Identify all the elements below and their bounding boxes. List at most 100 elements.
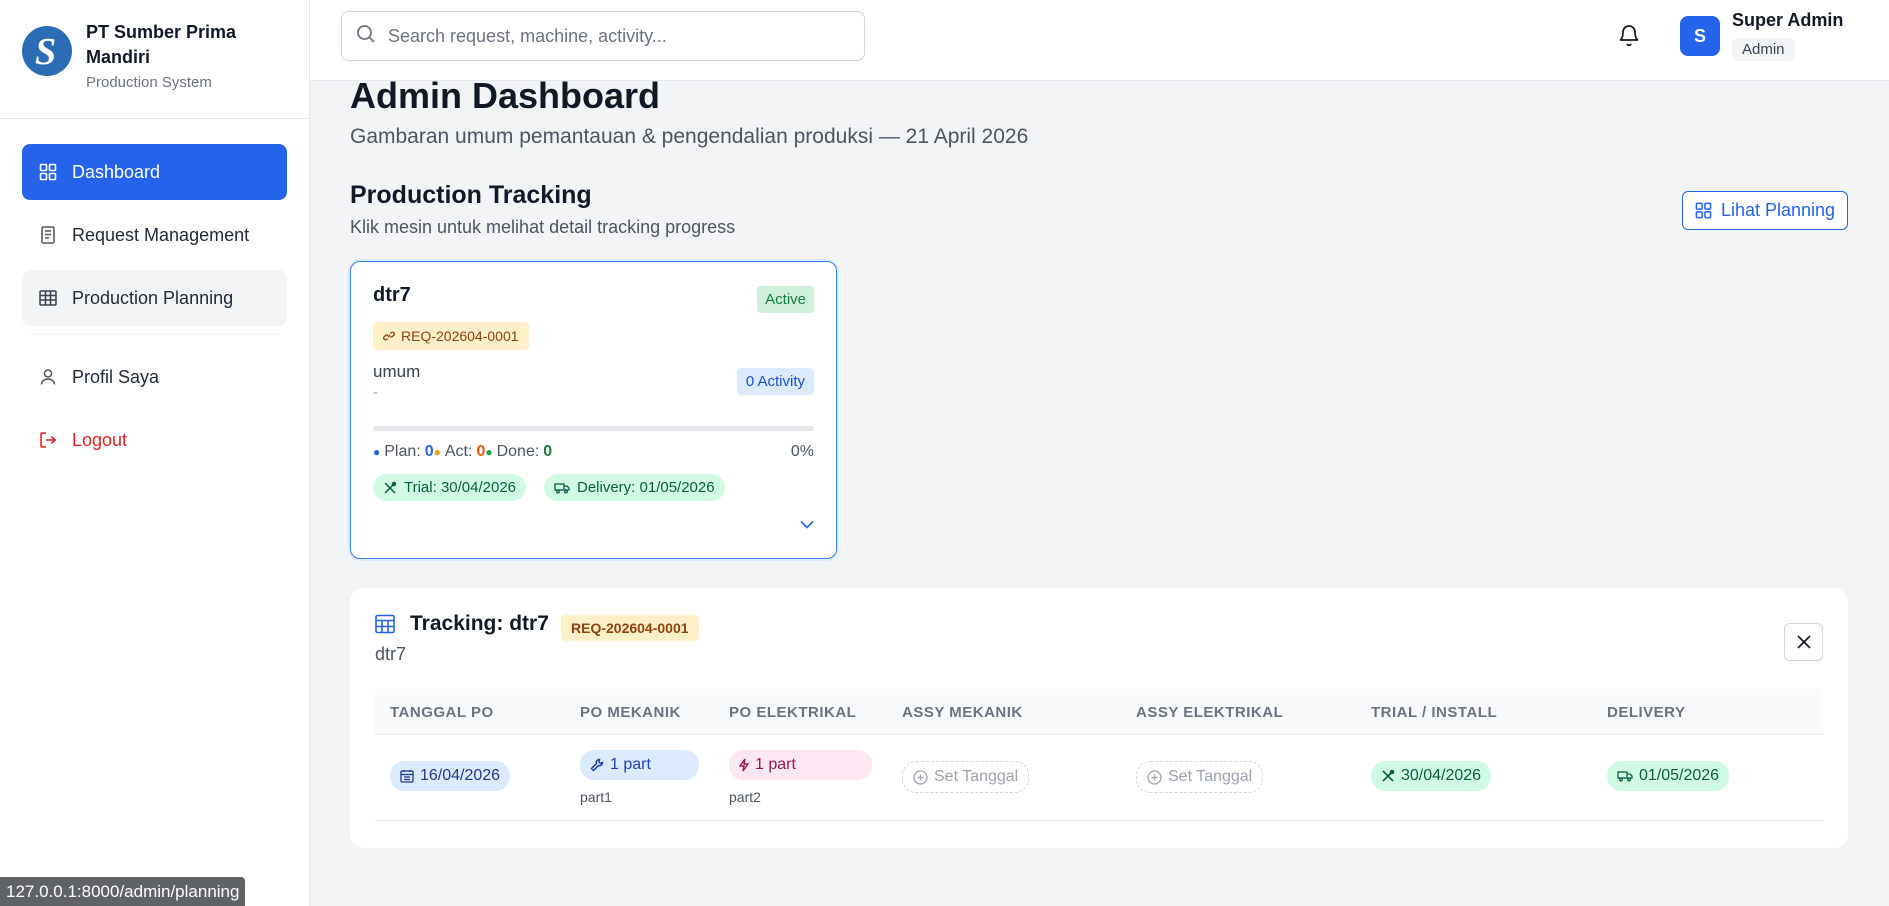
main-content: Admin Dashboard Gambaran umum pemantauan… [310,75,1889,906]
calendar-icon [400,769,414,783]
topbar: S Super Admin Admin [310,0,1889,81]
lihat-planning-label: Lihat Planning [1720,200,1836,220]
column-header: DELIVERY [1607,704,1686,721]
column-header: TRIAL / INSTALL [1371,704,1498,721]
trial-date: Trial: 30/04/2026 [404,479,517,496]
act-dot-icon: ● [433,445,441,459]
column-header: ASSY ELEKTRIKAL [1136,704,1284,721]
sidebar-item-production-planning[interactable]: Production Planning [22,270,287,326]
tanggal-po-chip[interactable]: 16/04/2026 [390,761,511,791]
column-header: PO ELEKTRIKAL [729,704,857,721]
link-icon [383,330,395,342]
delivery-chip[interactable]: 01/05/2026 [1607,761,1730,791]
brand-subtitle: Production System [86,74,212,91]
truck-icon [554,482,570,494]
column-header: PO MEKANIK [580,704,681,721]
close-tracking-button[interactable] [1784,623,1823,661]
act-label: Act: [444,443,473,460]
table-row: 16/04/2026 1 part part1 1 part part2 Set… [375,735,1823,821]
svg-text:S: S [35,31,56,71]
lihat-planning-button[interactable]: Lihat Planning [1682,191,1848,230]
plus-circle-icon [913,769,928,785]
po-elektrikal-part: part2 [729,789,761,805]
chevron-down-icon[interactable] [800,520,814,529]
tracking-request-badge: REQ-202604-0001 [561,615,699,641]
avatar[interactable]: S [1680,16,1720,56]
progress-percent: 0% [790,443,814,460]
trial-install-chip[interactable]: 30/04/2026 [1371,761,1492,791]
plan-dot-icon: ● [373,445,381,459]
po-mekanik-value: 1 part [610,756,651,773]
assy-mekanik-label: Set Tanggal [934,768,1019,785]
delivery-date: Delivery: 01/05/2026 [577,479,715,496]
progress-bar [373,426,814,431]
tracking-table-header: TANGGAL PO PO MEKANIK PO ELEKTRIKAL ASSY… [375,689,1823,735]
trial-install-value: 30/04/2026 [1401,767,1482,784]
wrench-icon [590,758,604,772]
brand-name: PT Sumber Prima Mandiri [86,22,237,67]
act-value: 0 [476,443,486,460]
po-elektrikal-value: 1 part [755,756,796,773]
request-id: REQ-202604-0001 [401,328,519,344]
browser-status-url: 127.0.0.1:8000/admin/planning [0,877,246,906]
assy-mekanik-set-button[interactable]: Set Tanggal [902,761,1030,793]
page-subtitle: Gambaran umum pemantauan & pengendalian … [350,125,1029,148]
sidebar-item-label: Logout [72,429,128,450]
nav-divider [30,334,279,335]
done-label: Done: [496,443,540,460]
plan-label: Plan: [384,443,421,460]
table-icon [38,288,58,308]
search-icon [356,24,376,49]
tracking-title: Tracking: dtr7 [410,612,549,635]
machine-name: dtr7 [373,284,411,306]
grid-icon [38,162,58,182]
plan-value: 0 [424,443,434,460]
tanggal-po-value: 16/04/2026 [420,767,501,784]
sidebar-item-label: Request Management [72,224,250,245]
logout-icon [38,430,58,450]
sidebar-nav: Dashboard Request Management Production … [0,119,309,468]
delivery-value: 01/05/2026 [1639,767,1720,784]
search-input[interactable] [388,25,848,47]
grid-icon [1695,202,1712,219]
close-icon [1796,635,1811,649]
done-value: 0 [543,443,553,460]
sidebar-item-profil-saya[interactable]: Profil Saya [22,349,287,405]
user-role-badge: Admin [1732,38,1795,61]
sidebar-item-label: Production Planning [72,287,234,308]
section-title: Production Tracking [350,181,592,209]
search-box[interactable] [341,11,865,61]
document-icon [38,225,58,245]
assy-elektrikal-set-button[interactable]: Set Tanggal [1136,761,1264,793]
progress-stats: ● Plan: 0 ● Act: 0 ● Done: 0 [373,443,552,461]
sidebar-item-label: Dashboard [72,161,161,182]
table-icon [375,614,395,634]
user-name: Super Admin [1732,10,1844,30]
section-subtitle: Klik mesin untuk melihat detail tracking… [350,217,736,237]
po-mekanik-chip[interactable]: 1 part [580,750,699,780]
trial-date-chip: Trial: 30/04/2026 [373,474,527,501]
s-logo-icon: S [35,31,56,71]
page-title: Admin Dashboard [350,75,661,116]
machine-category: umum [373,362,421,381]
assy-elektrikal-label: Set Tanggal [1168,768,1253,785]
sidebar-item-label: Profil Saya [72,366,160,387]
po-elektrikal-chip[interactable]: 1 part [729,750,872,780]
sidebar-item-logout[interactable]: Logout [22,412,287,468]
machine-card[interactable]: dtr7 Active REQ-202604-0001 umum - 0 Act… [350,261,837,559]
tools-icon [1381,769,1395,783]
sidebar: S PT Sumber Prima Mandiri Production Sys… [0,0,310,906]
column-header: TANGGAL PO [390,704,494,721]
lightning-icon [739,758,749,772]
sidebar-item-request-management[interactable]: Request Management [22,207,287,263]
notification-bell-icon[interactable] [1614,20,1644,50]
sidebar-item-dashboard[interactable]: Dashboard [22,144,287,200]
status-badge: Active [757,286,814,313]
plus-circle-icon [1147,769,1162,785]
tracking-panel: Tracking: dtr7 REQ-202604-0001 dtr7 TANG… [350,588,1848,848]
po-mekanik-part: part1 [580,789,612,805]
tracking-subtitle: dtr7 [375,644,407,664]
truck-icon [1617,770,1633,782]
delivery-date-chip: Delivery: 01/05/2026 [544,474,725,501]
request-id-chip: REQ-202604-0001 [373,322,529,350]
